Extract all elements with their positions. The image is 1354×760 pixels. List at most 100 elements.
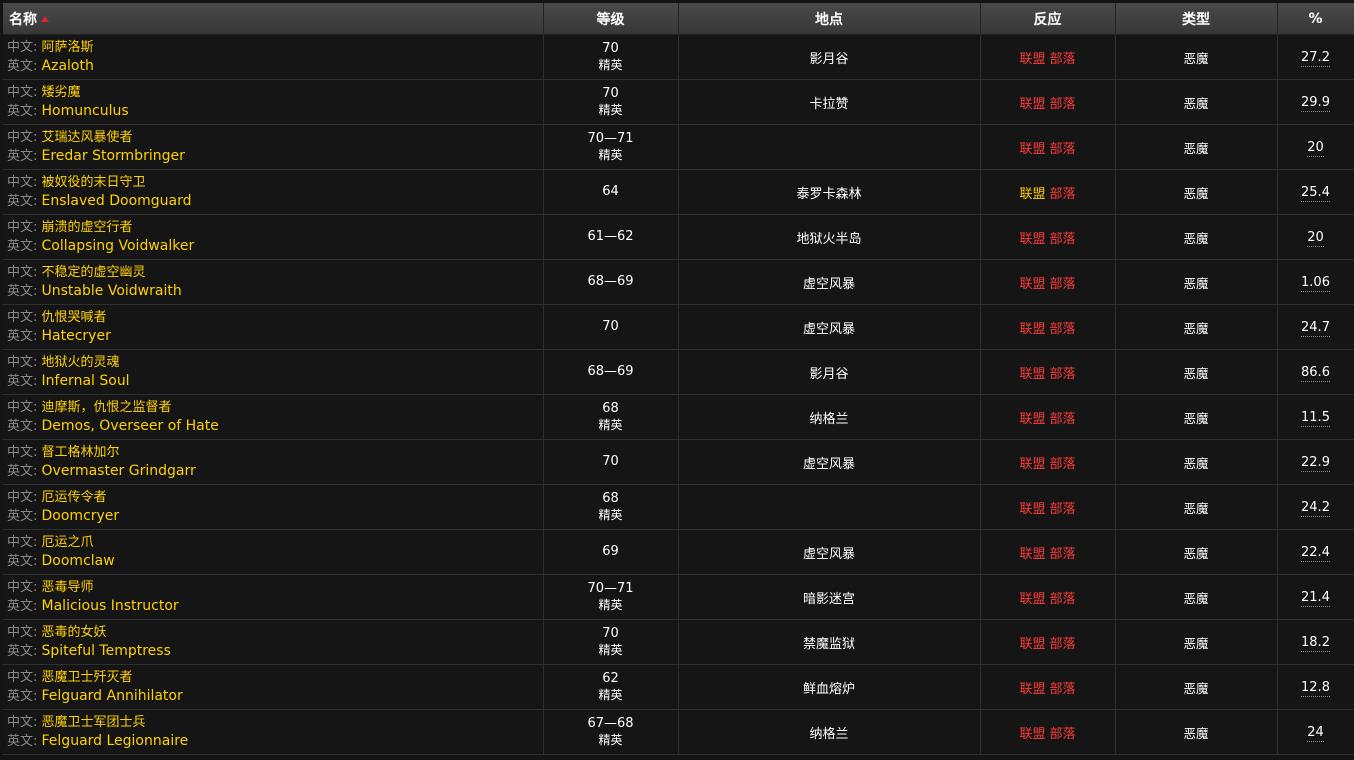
table-row[interactable]: 中文: 迪摩斯，仇恨之监督者 英文: Demos, Overseer of Hat… bbox=[3, 394, 1354, 440]
table-row[interactable]: 中文: 地狱火的灵魂 英文: Infernal Soul 68—69 影月谷 联盟 部落… bbox=[3, 349, 1354, 395]
npc-english-name-link[interactable]: Unstable Voidwraith bbox=[42, 283, 182, 299]
npc-chinese-name-link[interactable]: 仇恨哭喊者 bbox=[42, 310, 107, 325]
column-header-percent[interactable]: % bbox=[1277, 3, 1354, 35]
table-row[interactable]: 中文: 仇恨哭喊者 英文: Hatecryer 70 虚空风暴 联盟 部落 恶魔 24.7 bbox=[3, 304, 1354, 350]
type-link[interactable]: 恶魔 bbox=[1183, 636, 1208, 651]
type-link[interactable]: 恶魔 bbox=[1183, 321, 1208, 336]
column-header-name[interactable]: 名称 bbox=[3, 3, 544, 35]
drop-percent-value[interactable]: 25.4 bbox=[1301, 185, 1330, 202]
type-link[interactable]: 恶魔 bbox=[1183, 591, 1208, 606]
location-link[interactable]: 虚空风暴 bbox=[803, 457, 855, 472]
npc-english-name-link[interactable]: Demos, Overseer of Hate bbox=[42, 418, 219, 434]
location-link[interactable]: 虚空风暴 bbox=[803, 277, 855, 292]
location-link[interactable]: 影月谷 bbox=[809, 52, 848, 67]
npc-english-name-link[interactable]: Felguard Annihilator bbox=[42, 688, 183, 704]
drop-percent-value[interactable]: 27.2 bbox=[1301, 50, 1330, 67]
location-link[interactable]: 虚空风暴 bbox=[803, 547, 855, 562]
location-link[interactable]: 纳格兰 bbox=[809, 412, 848, 427]
location-link[interactable]: 地狱火半岛 bbox=[796, 232, 861, 247]
table-row[interactable]: 中文: 恶毒的女妖 英文: Spiteful Temptress 70 精英 禁魔监狱 联… bbox=[3, 619, 1354, 665]
location-link[interactable]: 卡拉赞 bbox=[809, 97, 848, 112]
table-row[interactable]: 中文: 恶毒导师 英文: Malicious Instructor 70—71 精英 暗… bbox=[3, 574, 1354, 620]
drop-percent-value[interactable]: 24.2 bbox=[1301, 500, 1330, 517]
npc-english-name-link[interactable]: Felguard Legionnaire bbox=[42, 733, 189, 749]
location-link[interactable]: 鲜血熔炉 bbox=[803, 682, 855, 697]
npc-english-name-link[interactable]: Overmaster Grindgarr bbox=[42, 463, 196, 479]
npc-english-name-link[interactable]: Doomclaw bbox=[42, 553, 115, 569]
table-row[interactable]: 中文: 艾瑞达风暴使者 英文: Eredar Stormbringer 70—71 精… bbox=[3, 124, 1354, 170]
type-link[interactable]: 恶魔 bbox=[1183, 501, 1208, 516]
type-link[interactable]: 恶魔 bbox=[1183, 411, 1208, 426]
type-link[interactable]: 恶魔 bbox=[1183, 231, 1208, 246]
npc-english-name-link[interactable]: Malicious Instructor bbox=[42, 598, 179, 614]
npc-english-name-link[interactable]: Collapsing Voidwalker bbox=[42, 238, 195, 254]
table-row[interactable]: 中文: 厄运传令者 英文: Doomcryer 68 精英 联盟 部落 恶魔 24.2 bbox=[3, 484, 1354, 530]
npc-chinese-name-link[interactable]: 崩溃的虚空行者 bbox=[42, 220, 133, 235]
type-link[interactable]: 恶魔 bbox=[1183, 186, 1208, 201]
location-link[interactable]: 影月谷 bbox=[809, 367, 848, 382]
drop-percent-value[interactable]: 11.5 bbox=[1301, 410, 1330, 427]
table-row[interactable]: 中文: 崩溃的虚空行者 英文: Collapsing Voidwalker 61—6… bbox=[3, 214, 1354, 260]
type-link[interactable]: 恶魔 bbox=[1183, 96, 1208, 111]
npc-chinese-name-link[interactable]: 恶毒导师 bbox=[42, 580, 94, 595]
npc-chinese-name-link[interactable]: 矮劣魔 bbox=[42, 85, 81, 100]
table-row[interactable]: 中文: 恶魔卫士军团士兵 英文: Felguard Legionnaire 67—6… bbox=[3, 709, 1354, 755]
table-row[interactable]: 中文: 被奴役的末日守卫 英文: Enslaved Doomguard 64 泰罗卡森… bbox=[3, 169, 1354, 215]
column-header-type[interactable]: 类型 bbox=[1115, 3, 1278, 35]
table-row[interactable]: 中文: 不稳定的虚空幽灵 英文: Unstable Voidwraith 68—69… bbox=[3, 259, 1354, 305]
type-link[interactable]: 恶魔 bbox=[1183, 456, 1208, 471]
npc-chinese-name-link[interactable]: 不稳定的虚空幽灵 bbox=[42, 265, 146, 280]
npc-chinese-name-link[interactable]: 恶毒的女妖 bbox=[42, 625, 107, 640]
type-link[interactable]: 恶魔 bbox=[1183, 51, 1208, 66]
npc-english-name-link[interactable]: Hatecryer bbox=[42, 328, 111, 344]
drop-percent-value[interactable]: 20 bbox=[1307, 230, 1324, 247]
npc-chinese-name-link[interactable]: 厄运传令者 bbox=[42, 490, 107, 505]
drop-percent-value[interactable]: 86.6 bbox=[1301, 365, 1330, 382]
location-link[interactable]: 禁魔监狱 bbox=[803, 637, 855, 652]
column-header-level[interactable]: 等级 bbox=[543, 3, 679, 35]
npc-english-name-link[interactable]: Enslaved Doomguard bbox=[42, 193, 192, 209]
drop-percent-value[interactable]: 21.4 bbox=[1301, 590, 1330, 607]
drop-percent-value[interactable]: 18.2 bbox=[1301, 635, 1330, 652]
npc-chinese-name-link[interactable]: 恶魔卫士歼灭者 bbox=[42, 670, 133, 685]
type-link[interactable]: 恶魔 bbox=[1183, 366, 1208, 381]
npc-chinese-name-link[interactable]: 恶魔卫士军团士兵 bbox=[42, 715, 146, 730]
location-link[interactable]: 暗影迷宫 bbox=[803, 592, 855, 607]
location-link[interactable]: 纳格兰 bbox=[809, 727, 848, 742]
type-link[interactable]: 恶魔 bbox=[1183, 546, 1208, 561]
type-link[interactable]: 恶魔 bbox=[1183, 276, 1208, 291]
drop-percent-value[interactable]: 22.4 bbox=[1301, 545, 1330, 562]
npc-chinese-name-link[interactable]: 被奴役的末日守卫 bbox=[42, 175, 146, 190]
npc-chinese-name-link[interactable]: 厄运之爪 bbox=[42, 535, 94, 550]
npc-chinese-name-link[interactable]: 督工格林加尔 bbox=[42, 445, 120, 460]
type-link[interactable]: 恶魔 bbox=[1183, 681, 1208, 696]
table-row[interactable]: 中文: 恶魔卫士歼灭者 英文: Felguard Annihilator 62 精英 鲜… bbox=[3, 664, 1354, 710]
location-link[interactable]: 泰罗卡森林 bbox=[796, 187, 861, 202]
table-row[interactable]: 中文: 厄运之爪 英文: Doomclaw 69 虚空风暴 联盟 部落 恶魔 22.4 bbox=[3, 529, 1354, 575]
drop-percent-value[interactable]: 29.9 bbox=[1301, 95, 1330, 112]
npc-english-name-link[interactable]: Azaloth bbox=[42, 58, 94, 74]
table-row[interactable]: 中文: 督工格林加尔 英文: Overmaster Grindgarr 70 虚空风暴… bbox=[3, 439, 1354, 485]
drop-percent-value[interactable]: 24 bbox=[1307, 725, 1324, 742]
npc-chinese-name-link[interactable]: 艾瑞达风暴使者 bbox=[42, 130, 133, 145]
column-header-reaction[interactable]: 反应 bbox=[980, 3, 1116, 35]
drop-percent-value[interactable]: 12.8 bbox=[1301, 680, 1330, 697]
location-link[interactable]: 虚空风暴 bbox=[803, 322, 855, 337]
npc-chinese-name-link[interactable]: 迪摩斯，仇恨之监督者 bbox=[42, 400, 172, 415]
table-row[interactable]: 中文: 阿萨洛斯 英文: Azaloth 70 精英 影月谷 联盟 部落 恶魔 27.2 bbox=[3, 34, 1354, 80]
npc-english-name-link[interactable]: Eredar Stormbringer bbox=[42, 148, 185, 164]
npc-english-name-link[interactable]: Infernal Soul bbox=[42, 373, 130, 389]
drop-percent-value[interactable]: 22.9 bbox=[1301, 455, 1330, 472]
column-header-location[interactable]: 地点 bbox=[678, 3, 981, 35]
drop-percent-value[interactable]: 24.7 bbox=[1301, 320, 1330, 337]
type-link[interactable]: 恶魔 bbox=[1183, 726, 1208, 741]
type-link[interactable]: 恶魔 bbox=[1183, 141, 1208, 156]
drop-percent-value[interactable]: 20 bbox=[1307, 140, 1324, 157]
npc-english-name-link[interactable]: Spiteful Temptress bbox=[42, 643, 171, 659]
drop-percent-value[interactable]: 1.06 bbox=[1301, 275, 1330, 292]
npc-english-name-link[interactable]: Homunculus bbox=[42, 103, 129, 119]
npc-chinese-name-link[interactable]: 地狱火的灵魂 bbox=[42, 355, 120, 370]
npc-chinese-name-link[interactable]: 阿萨洛斯 bbox=[42, 40, 94, 55]
npc-english-name-link[interactable]: Doomcryer bbox=[42, 508, 120, 524]
table-row[interactable]: 中文: 矮劣魔 英文: Homunculus 70 精英 卡拉赞 联盟 部落 恶魔 29.9 bbox=[3, 79, 1354, 125]
